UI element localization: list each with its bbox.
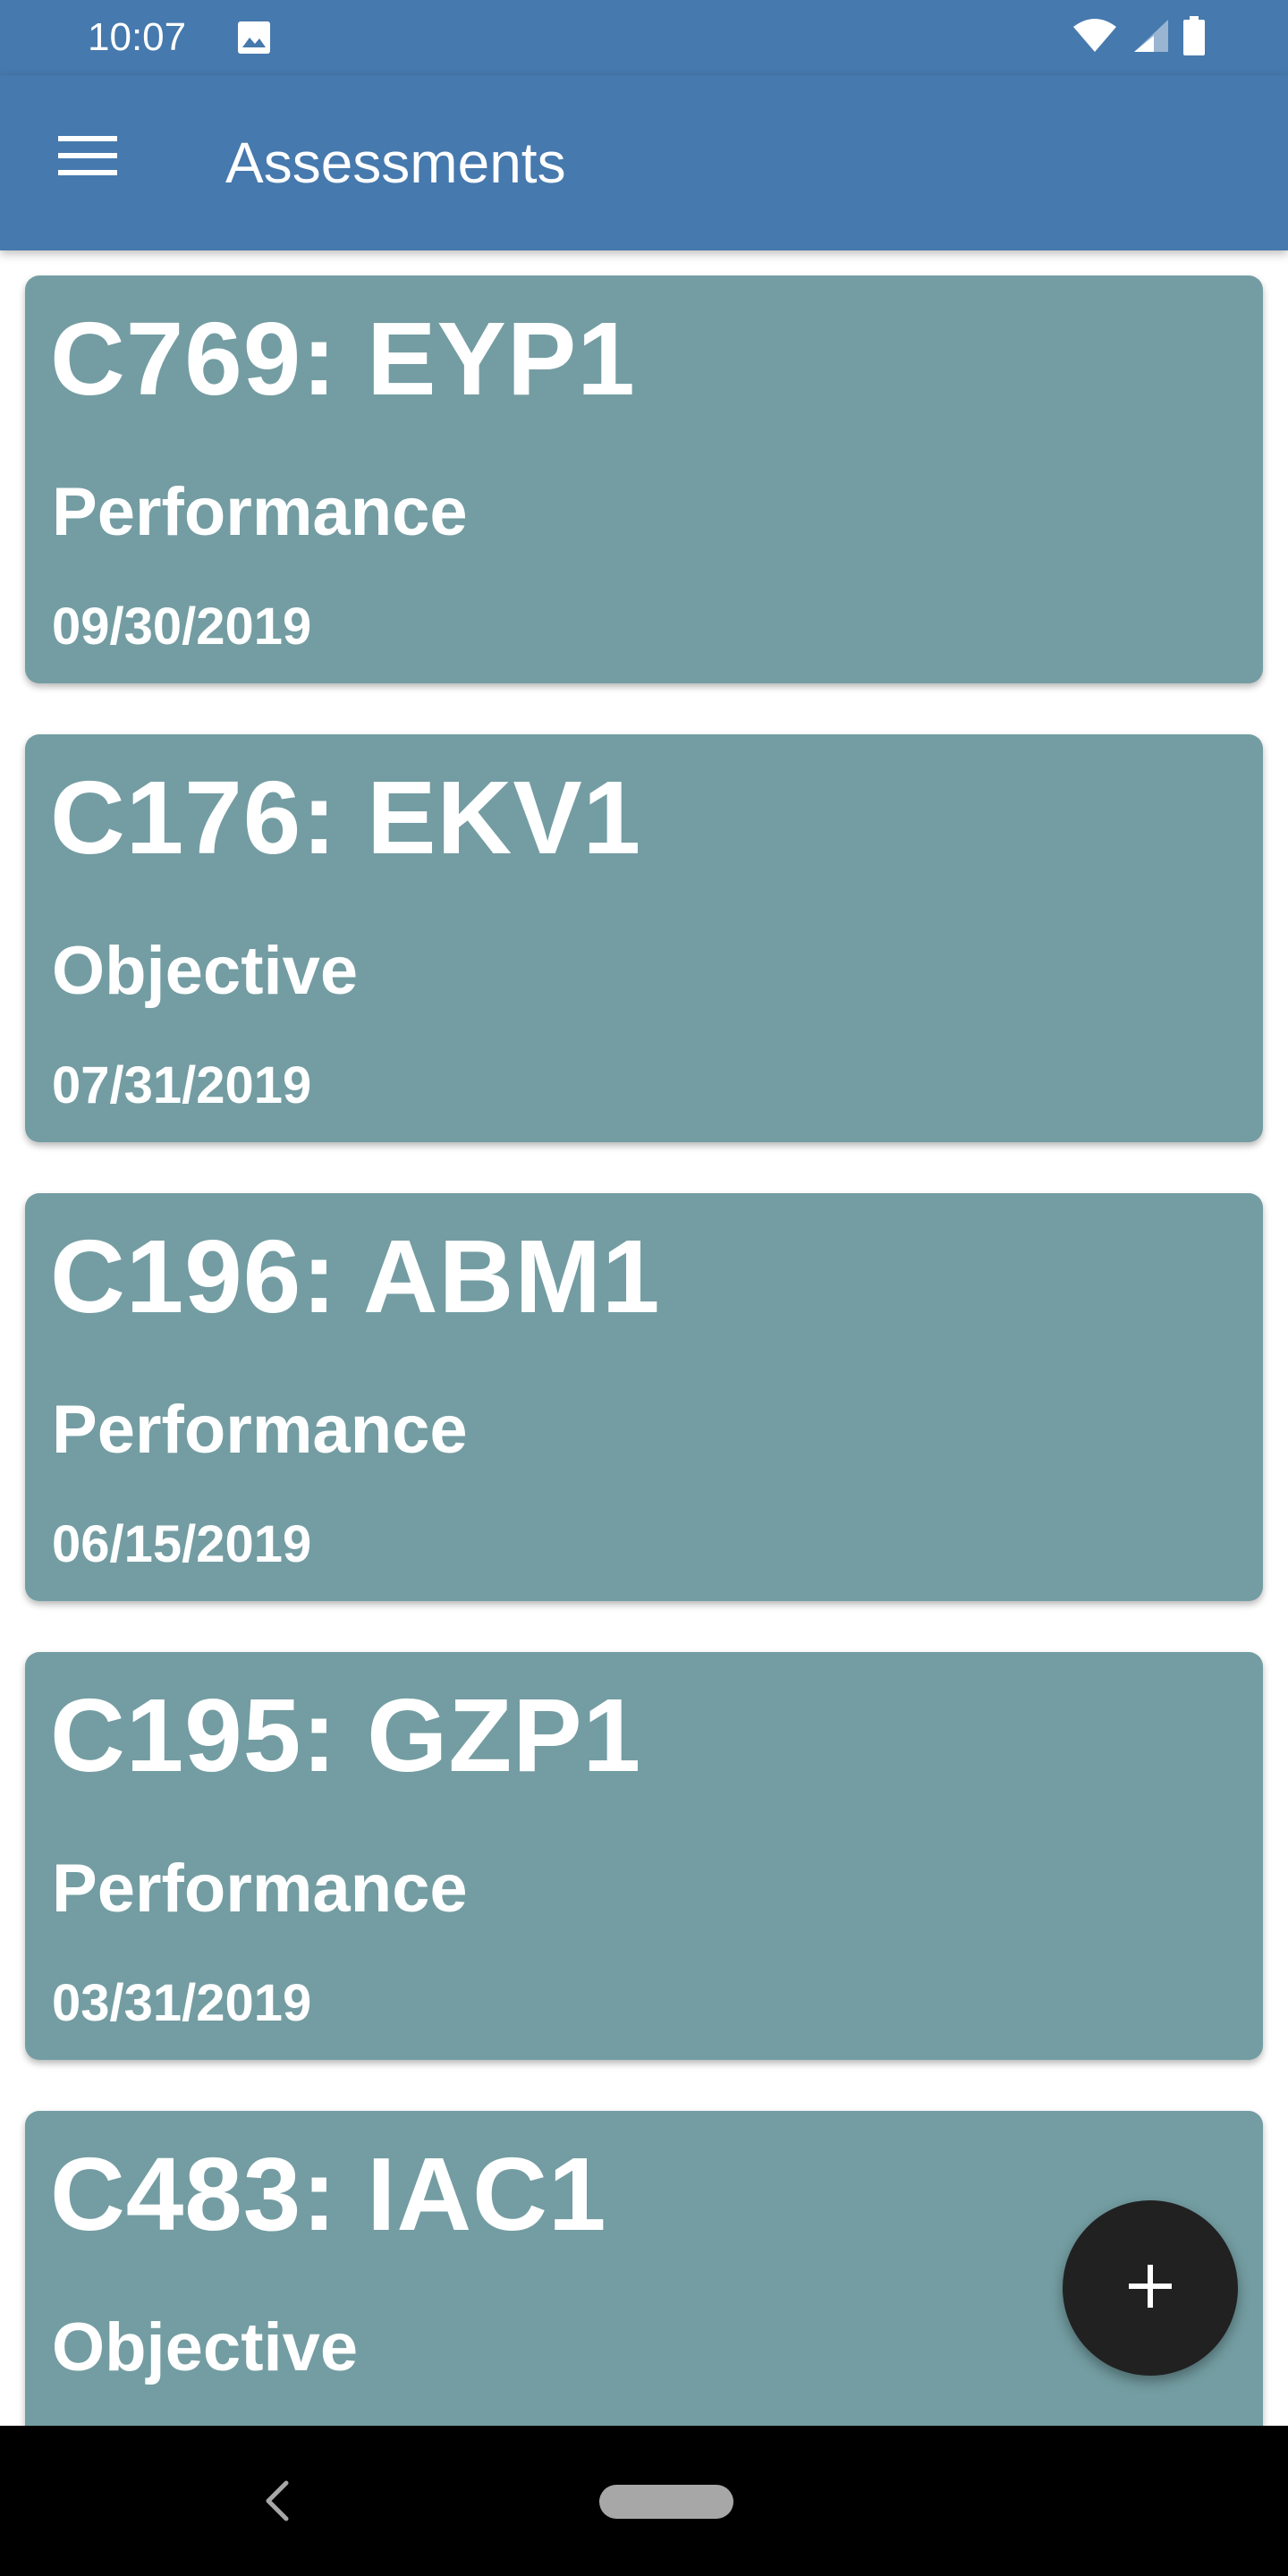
navigation-bar	[0, 2426, 1288, 2576]
assessment-title: C195: GZP1	[50, 1677, 642, 1793]
image-icon	[236, 20, 272, 55]
add-assessment-button[interactable]	[1063, 2200, 1238, 2376]
assessment-type: Objective	[52, 933, 359, 1009]
assessment-date: 03/31/2019	[52, 1974, 312, 2032]
assessment-date: 06/15/2019	[52, 1515, 312, 1573]
assessment-type: Performance	[52, 474, 468, 550]
assessment-type: Performance	[52, 1851, 468, 1927]
assessment-card[interactable]: C176: EKV1 Objective 07/31/2019	[25, 734, 1263, 1142]
hamburger-menu-icon	[58, 134, 117, 182]
assessment-card[interactable]: C195: GZP1 Performance 03/31/2019	[25, 1652, 1263, 2060]
status-icons	[1072, 15, 1206, 60]
home-pill-icon[interactable]	[599, 2485, 733, 2519]
menu-button[interactable]	[43, 113, 132, 202]
page-title: Assessments	[225, 131, 566, 195]
assessment-list[interactable]: C769: EYP1 Performance 09/30/2019 C176: …	[0, 250, 1288, 2426]
assessment-card[interactable]: C769: EYP1 Performance 09/30/2019	[25, 275, 1263, 683]
battery-icon	[1182, 15, 1206, 60]
assessment-title: C483: IAC1	[50, 2136, 607, 2252]
assessment-title: C769: EYP1	[50, 301, 636, 417]
assessment-type: Objective	[52, 2309, 359, 2385]
assessment-card[interactable]: C196: ABM1 Performance 06/15/2019	[25, 1193, 1263, 1601]
plus-icon	[1125, 2261, 1175, 2316]
app-bar: Assessments	[0, 75, 1288, 250]
back-icon[interactable]	[259, 2478, 295, 2524]
assessment-title: C196: ABM1	[50, 1218, 661, 1335]
assessment-type: Performance	[52, 1392, 468, 1468]
signal-icon	[1131, 18, 1170, 58]
assessment-date: 09/30/2019	[52, 597, 312, 656]
wifi-icon	[1072, 18, 1118, 58]
status-bar: 10:07	[0, 0, 1288, 75]
assessment-title: C176: EKV1	[50, 759, 642, 876]
assessment-date: 07/31/2019	[52, 1056, 312, 1114]
status-time: 10:07	[88, 15, 187, 59]
